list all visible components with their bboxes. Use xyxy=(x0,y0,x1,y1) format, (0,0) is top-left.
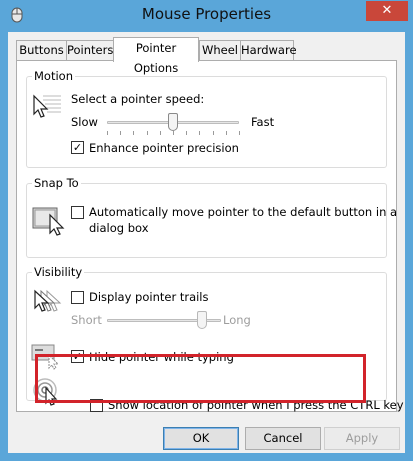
speed-slider-thumb[interactable] xyxy=(168,113,178,131)
speed-slider-tick xyxy=(213,131,214,135)
visibility-group-label: Visibility xyxy=(32,265,85,279)
mouse-properties-window: Mouse Properties ✕ Buttons Pointers Poin… xyxy=(0,0,413,461)
close-button[interactable]: ✕ xyxy=(366,1,408,21)
apply-button[interactable]: Apply xyxy=(324,427,400,450)
speed-slider-tick xyxy=(133,131,134,135)
snap-to-label-line2: dialog box xyxy=(89,221,149,235)
cancel-label: Cancel xyxy=(263,431,303,445)
close-icon: ✕ xyxy=(381,3,393,18)
snap-to-checkbox[interactable] xyxy=(71,206,84,219)
pointer-speed-icon xyxy=(31,92,65,125)
short-label: Short xyxy=(71,313,102,327)
slow-label: Slow xyxy=(71,115,98,129)
enhance-precision-label: Enhance pointer precision xyxy=(89,141,239,155)
dialog-body: Buttons Pointers Pointer Options Wheel H… xyxy=(8,32,405,453)
tab-label: Hardware xyxy=(241,43,297,57)
speed-slider-tick xyxy=(160,131,161,135)
speed-slider-tick xyxy=(147,131,148,135)
speed-slider-tick xyxy=(199,131,200,135)
ok-button[interactable]: OK xyxy=(163,427,239,450)
highlight-box xyxy=(35,354,366,403)
ok-label: OK xyxy=(192,431,210,445)
speed-slider-tick xyxy=(173,131,174,135)
cancel-button[interactable]: Cancel xyxy=(245,427,321,450)
speed-slider-tick xyxy=(107,131,108,135)
window-title: Mouse Properties xyxy=(141,5,272,23)
tab-label: Pointer Options xyxy=(133,41,179,75)
pointer-trails-checkbox[interactable] xyxy=(71,291,84,304)
tab-label: Buttons xyxy=(19,43,64,57)
speed-slider-tick xyxy=(186,131,187,135)
tab-pointer-options[interactable]: Pointer Options xyxy=(113,37,199,75)
tab-hardware[interactable]: Hardware xyxy=(240,40,297,60)
tab-wheel[interactable]: Wheel xyxy=(199,40,241,60)
motion-group: Motion Select a pointer speed: Slow Fast… xyxy=(26,69,387,168)
long-label: Long xyxy=(223,313,251,327)
speed-slider-tick xyxy=(226,131,227,135)
tab-label: Wheel xyxy=(201,43,238,57)
title-bar[interactable]: Mouse Properties ✕ xyxy=(0,0,413,32)
fast-label: Fast xyxy=(251,115,275,129)
pointer-speed-label: Select a pointer speed: xyxy=(71,92,205,106)
enhance-precision-checkbox[interactable]: ✓ xyxy=(71,141,84,154)
speed-slider-tick xyxy=(120,131,121,135)
pointer-trails-label: Display pointer trails xyxy=(89,290,209,304)
pointer-trails-icon xyxy=(31,288,65,319)
tab-pointers[interactable]: Pointers xyxy=(66,40,114,60)
snap-to-button-icon xyxy=(32,202,68,239)
snap-to-group: Snap To Automatically move pointer to th… xyxy=(26,176,397,258)
apply-label: Apply xyxy=(345,431,379,445)
snap-to-group-label: Snap To xyxy=(32,176,81,190)
tab-label: Pointers xyxy=(67,43,114,57)
snap-to-label-line1: Automatically move pointer to the defaul… xyxy=(89,205,398,219)
motion-group-label: Motion xyxy=(32,69,75,83)
tab-buttons[interactable]: Buttons xyxy=(16,40,67,60)
speed-slider-tick xyxy=(239,131,240,135)
trail-slider-thumb[interactable] xyxy=(197,311,207,329)
